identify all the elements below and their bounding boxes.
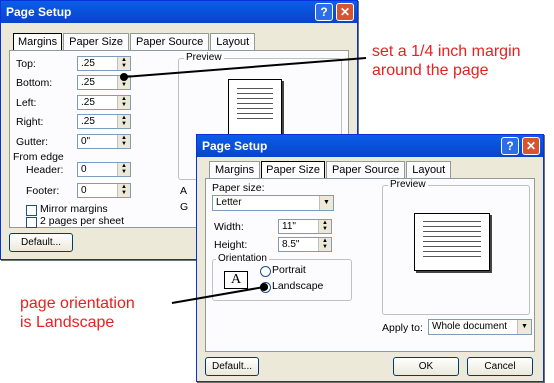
width-label: Width: — [214, 221, 244, 233]
mirror-margins-checkbox[interactable] — [26, 205, 37, 216]
orientation-label: Orientation — [216, 253, 269, 264]
ok-button[interactable]: OK — [393, 357, 459, 376]
height-label: Height: — [214, 239, 248, 251]
tab-paper-source[interactable]: Paper Source — [129, 33, 210, 51]
portrait-radio[interactable] — [260, 266, 271, 277]
close-button[interactable]: ✕ — [336, 3, 354, 21]
top-margin-input[interactable]: .25 ▲ ▼ — [77, 56, 131, 71]
preview-label: Preview — [184, 52, 224, 63]
mirror-margins-label: Mirror margins — [40, 203, 108, 215]
landscape-page-icon: A — [224, 271, 248, 289]
tab-paper-source[interactable]: Paper Source — [325, 161, 406, 179]
apply-to-partial: A — [180, 185, 188, 197]
tab-paper-size[interactable]: Paper Size — [63, 33, 129, 51]
dialog-title: Page Setup — [6, 5, 72, 19]
top-label: Top: — [16, 58, 36, 70]
dialog-title: Page Setup — [202, 139, 268, 153]
from-edge-label: From edge — [13, 151, 64, 163]
gutter-label: Gutter: — [16, 136, 49, 148]
tab-paper-size[interactable]: Paper Size — [261, 161, 325, 179]
paper-size-label: Paper size: — [212, 182, 265, 194]
orientation-annotation-line1: page orientation — [20, 295, 135, 312]
preview-page — [414, 213, 490, 271]
bottom-label: Bottom: — [16, 77, 53, 89]
default-button[interactable]: Default... — [205, 357, 259, 376]
landscape-radio[interactable] — [260, 282, 271, 293]
tab-margins[interactable]: Margins — [209, 161, 261, 179]
footer-input[interactable]: 0 ▲ ▼ — [77, 183, 131, 198]
margin-annotation: set a 1/4 inch margin around the page — [372, 42, 521, 80]
title-bar: Page Setup ? ✕ — [1, 1, 357, 23]
right-margin-input[interactable]: .25 ▲ ▼ — [77, 114, 131, 129]
tab-strip: Margins Paper Size Paper Source Layout — [209, 161, 452, 179]
close-button[interactable]: ✕ — [522, 137, 540, 155]
tab-margins[interactable]: Margins — [13, 33, 63, 51]
apply-to-label: Apply to: — [382, 322, 423, 334]
tab-layout[interactable]: Layout — [406, 161, 452, 179]
paper-size-panel: Paper size: Letter ▼ Width: 11" ▲ ▼ Height:… — [205, 178, 535, 352]
right-label: Right: — [16, 116, 44, 128]
page-setup-paper-dialog: Page Setup ? ✕ Margins Paper Size Paper … — [196, 134, 544, 382]
gutter-input[interactable]: 0" ▲ ▼ — [77, 134, 131, 149]
title-bar: Page Setup ? ✕ — [197, 135, 543, 157]
footer-label: Footer: — [26, 185, 60, 197]
bottom-margin-input[interactable]: .25 ▲ ▼ — [77, 75, 131, 90]
default-button[interactable]: Default... — [9, 233, 73, 252]
help-button[interactable]: ? — [501, 137, 519, 155]
paper-size-select[interactable]: Letter ▼ — [212, 195, 334, 211]
header-label: Header: — [26, 164, 64, 176]
tab-layout[interactable]: Layout — [210, 33, 256, 51]
cancel-button[interactable]: Cancel — [467, 357, 533, 376]
apply-to-select[interactable]: Whole document ▼ — [428, 319, 532, 335]
gutter-position-partial: G — [180, 201, 189, 213]
help-button[interactable]: ? — [315, 3, 333, 21]
height-input[interactable]: 8.5" ▲ ▼ — [278, 237, 332, 252]
two-pages-label: 2 pages per sheet — [40, 215, 125, 227]
left-margin-input[interactable]: .25 ▲ ▼ — [77, 95, 131, 110]
header-input[interactable]: 0 ▲ ▼ — [77, 162, 131, 177]
landscape-label: Landscape — [272, 280, 324, 292]
margin-annotation-line1: set a 1/4 inch margin — [372, 43, 521, 60]
two-pages-checkbox[interactable] — [26, 217, 37, 228]
orientation-annotation-line2: is Landscape — [20, 314, 115, 331]
orientation-annotation: page orientation is Landscape — [20, 294, 135, 332]
left-label: Left: — [16, 97, 37, 109]
preview-label: Preview — [388, 179, 428, 190]
portrait-label: Portrait — [272, 264, 306, 276]
tab-strip: Margins Paper Size Paper Source Layout — [13, 33, 256, 51]
margin-annotation-line2: around the page — [372, 62, 489, 79]
width-input[interactable]: 11" ▲ ▼ — [278, 219, 332, 234]
